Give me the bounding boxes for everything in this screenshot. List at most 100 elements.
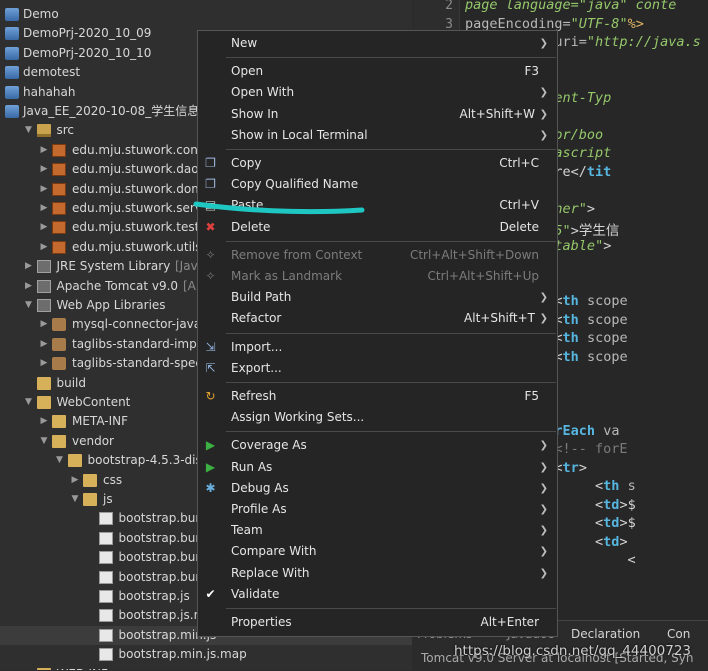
menu-item-label: Delete [231, 219, 271, 234]
collapse-arrow-icon[interactable]: ▶ [39, 141, 49, 160]
tree-item-label: WebContent [56, 395, 131, 409]
menu-item-show-in[interactable]: Show In Alt+Shift+W ❯ [198, 104, 557, 125]
file-icon [98, 512, 113, 526]
menu-item-assign-working-sets[interactable]: Assign Working Sets... [198, 407, 557, 428]
collapse-arrow-icon[interactable]: ▶ [24, 277, 34, 296]
expand-arrow-icon[interactable]: ▼ [24, 393, 34, 412]
lib-icon [36, 299, 51, 312]
context-menu[interactable]: New ❯ Open F3 Open With ❯ Show In Alt+Shift+W ❯ S… [197, 30, 558, 637]
panel-tab[interactable]: Con [667, 627, 690, 641]
expand-arrow-icon[interactable]: ▼ [24, 121, 34, 140]
menu-item-refactor[interactable]: Refactor Alt+Shift+T ❯ [198, 308, 557, 329]
menu-item-delete[interactable]: ✖ Delete Delete [198, 217, 557, 238]
refresh-icon: ↻ [205, 389, 216, 403]
watermark: https://blog.csdn.net/qq_44400723 [454, 643, 692, 659]
submenu-arrow-icon: ❯ [539, 87, 548, 99]
tree-item-label: WEB-INF [57, 665, 108, 670]
menu-separator [226, 608, 556, 609]
submenu-arrow-icon: ❯ [539, 292, 548, 304]
menu-item-properties[interactable]: Properties Alt+Enter [198, 612, 557, 633]
lib-icon [36, 279, 51, 293]
menu-separator [226, 149, 556, 150]
menu-item-compare-with[interactable]: Compare With ❯ [198, 541, 557, 562]
proj-icon [5, 105, 19, 118]
code-token: s [627, 478, 636, 494]
menu-item-coverage-as[interactable]: ▶ Coverage As ❯ [198, 435, 557, 456]
coverage-icon: ▶ [205, 438, 216, 453]
menu-item-show-in-local-terminal[interactable]: Show in Local Terminal ❯ [198, 125, 557, 146]
menu-item-build-path[interactable]: Build Path ❯ [198, 287, 557, 308]
export-icon: ⇱ [205, 360, 216, 375]
pkg-icon [52, 240, 66, 254]
expand-arrow-icon[interactable]: ▼ [70, 490, 80, 509]
menu-item-new[interactable]: New ❯ [198, 33, 557, 54]
collapse-arrow-icon[interactable]: ▶ [39, 238, 49, 257]
menu-item-open-with[interactable]: Open With ❯ [198, 82, 557, 103]
menu-item-export[interactable]: ⇱ Export... [198, 358, 557, 379]
menu-item-shortcut: F3 [524, 64, 539, 79]
run-icon: ▶ [205, 459, 216, 474]
collapse-arrow-icon[interactable]: ▶ [24, 257, 34, 276]
menu-item-label: Export... [231, 360, 282, 375]
menu-item-label: Run As [231, 459, 273, 474]
collapse-arrow-icon[interactable]: ▶ [70, 471, 80, 490]
menu-item-label: Paste [231, 198, 264, 213]
menu-item-import[interactable]: ⇲ Import... [198, 337, 557, 358]
menu-item-label: Coverage As [231, 438, 307, 453]
panel-tab[interactable]: Declaration [571, 627, 640, 641]
code-token: page language="java" conte [465, 0, 677, 13]
menu-item-team[interactable]: Team ❯ [198, 520, 557, 541]
collapse-arrow-icon[interactable]: ▶ [24, 665, 34, 670]
menu-item-run-as[interactable]: ▶ Run As ❯ [198, 457, 557, 478]
tree-item-label: Apache Tomcat v9.0 [56, 278, 179, 293]
collapse-arrow-icon[interactable]: ▶ [39, 218, 49, 237]
pkg-icon [52, 221, 66, 235]
collapse-arrow-icon[interactable]: ▶ [39, 412, 49, 431]
expand-arrow-icon[interactable]: ▼ [39, 432, 49, 451]
collapse-arrow-icon[interactable]: ▶ [39, 315, 49, 334]
menu-separator [226, 382, 556, 383]
submenu-arrow-icon: ❯ [539, 440, 548, 452]
pkg-icon [52, 143, 66, 157]
tree-item[interactable]: Demo [0, 5, 412, 24]
expand-arrow-icon[interactable]: ▼ [55, 451, 65, 470]
collapse-arrow-icon[interactable]: ▶ [39, 335, 49, 354]
tree-item-label: edu.mju.stuwork.dao [72, 162, 199, 177]
submenu-arrow-icon: ❯ [539, 482, 548, 494]
code-token: > [619, 533, 628, 550]
tree-item-label: bootstrap-4.5.3-dist [87, 453, 207, 468]
proj-icon [5, 46, 19, 60]
collapse-arrow-icon[interactable]: ▶ [39, 160, 49, 179]
menu-item-debug-as[interactable]: ✱ Debug As ❯ [198, 478, 557, 499]
menu-item-copy[interactable]: ❐ Copy Ctrl+C [198, 153, 557, 174]
tree-item-label: DemoPrj-2020_10_09 [23, 26, 152, 41]
menu-item-label: Mark as Landmark [231, 269, 343, 283]
file-icon [98, 628, 113, 642]
menu-item-shortcut: Ctrl+V [499, 198, 539, 213]
menu-item-label: Open [231, 64, 264, 79]
menu-item-profile-as[interactable]: Profile As ❯ [198, 499, 557, 520]
remove-context-icon: ✧ [205, 247, 216, 262]
menu-item-refresh[interactable]: ↻ Refresh F5 [198, 386, 557, 407]
line-number: 2 [445, 0, 453, 13]
collapse-arrow-icon[interactable]: ▶ [39, 180, 49, 199]
tree-item-label: src [56, 123, 75, 138]
menu-item-paste[interactable]: ▤ Paste Ctrl+V [198, 195, 557, 216]
jar-icon [52, 337, 66, 351]
menu-item-open[interactable]: Open F3 [198, 61, 557, 82]
menu-item-shortcut: Delete [499, 219, 539, 234]
expand-arrow-icon[interactable]: ▼ [24, 296, 34, 315]
tree-item-label: vendor [72, 433, 114, 448]
submenu-arrow-icon: ❯ [539, 313, 548, 325]
folder-icon [83, 493, 97, 506]
menu-item-shortcut: Ctrl+Alt+Shift+Down [409, 247, 539, 262]
pkg-icon [52, 182, 66, 196]
menu-item-copy-qualified-name[interactable]: ❐ Copy Qualified Name [198, 174, 557, 195]
tree-item[interactable]: ▶ WEB-INF [0, 665, 412, 670]
tree-item[interactable]: bootstrap.min.js.map [0, 645, 412, 664]
menu-item-validate[interactable]: ✔ Validate [198, 584, 557, 605]
collapse-arrow-icon[interactable]: ▶ [39, 199, 49, 218]
menu-item-replace-with[interactable]: Replace With ❯ [198, 563, 557, 584]
collapse-arrow-icon[interactable]: ▶ [39, 354, 49, 373]
menu-item-remove-from-context: ✧ Remove from Context Ctrl+Alt+Shift+Down [198, 245, 557, 266]
